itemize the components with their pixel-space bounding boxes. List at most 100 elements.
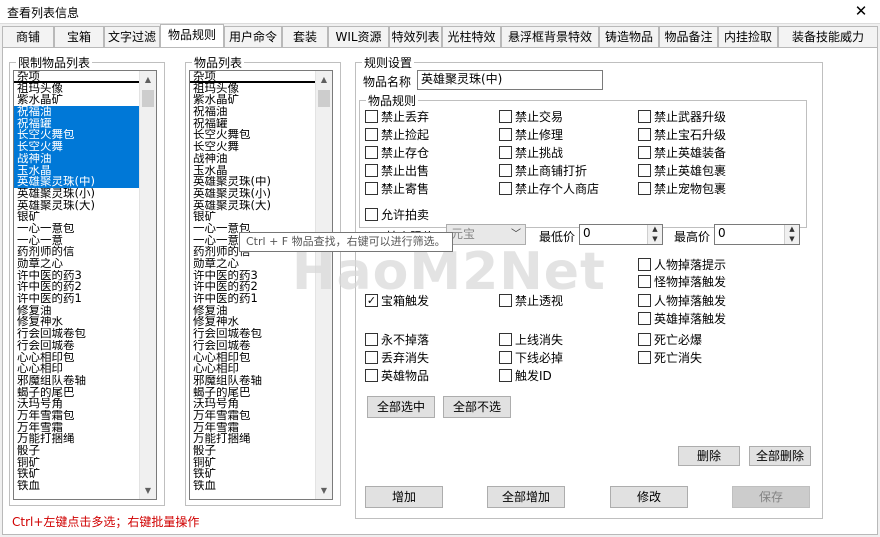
list-item[interactable]: 杂项: [190, 71, 315, 83]
list-item[interactable]: 紫水晶矿: [14, 94, 139, 106]
list-item[interactable]: 英雄聚灵珠(小): [14, 188, 139, 200]
spin-up-icon[interactable]: ▲: [785, 225, 799, 235]
list-item[interactable]: 勋章之心: [14, 258, 139, 270]
rule-checkbox[interactable]: 英雄掉落触发: [638, 311, 758, 327]
scroll-up-icon[interactable]: ▲: [316, 71, 332, 88]
list-item[interactable]: 玉水晶: [190, 165, 315, 177]
list-item[interactable]: 长空火舞: [190, 141, 315, 153]
list-item[interactable]: 玉水晶: [14, 164, 139, 177]
rule-checkbox[interactable]: 触发ID: [499, 368, 619, 384]
spin-down-icon[interactable]: ▼: [648, 235, 662, 245]
list-item[interactable]: 铜矿: [190, 457, 315, 469]
list-item[interactable]: 蝎子的尾巴: [14, 387, 139, 399]
rule-checkbox[interactable]: 怪物掉落触发: [638, 274, 758, 290]
rule-checkbox[interactable]: 禁止存个人商店: [499, 181, 619, 197]
delete-all-button[interactable]: 全部删除: [749, 446, 811, 466]
rule-checkbox[interactable]: 英雄物品: [365, 368, 485, 384]
list-item[interactable]: 骰子: [14, 445, 139, 457]
list-item[interactable]: 铜矿: [14, 457, 139, 469]
rule-checkbox[interactable]: 禁止出售: [365, 163, 485, 179]
list-item[interactable]: 邪魔组队卷轴: [190, 375, 315, 387]
close-icon[interactable]: ✕: [852, 2, 870, 20]
list-item[interactable]: 骰子: [190, 445, 315, 457]
list-item[interactable]: 银矿: [14, 211, 139, 223]
list-item[interactable]: 铁矿: [190, 468, 315, 480]
rule-checkbox[interactable]: 禁止捡起: [365, 127, 485, 143]
list-item[interactable]: 铁血: [190, 480, 315, 492]
list-item[interactable]: 万年雪霜包: [190, 410, 315, 422]
list-item[interactable]: 行会回城卷包: [190, 328, 315, 340]
rule-checkbox[interactable]: 禁止寄售: [365, 181, 485, 197]
list-item[interactable]: 英雄聚灵珠(中): [190, 176, 315, 188]
list-item[interactable]: 战神油: [190, 153, 315, 165]
list-item[interactable]: 万能打捆绳: [190, 433, 315, 445]
rule-checkbox[interactable]: 死亡消失: [638, 350, 758, 366]
list-item[interactable]: 许中医的药1: [14, 293, 139, 305]
rule-checkbox[interactable]: 死亡必爆: [638, 332, 758, 348]
tab-3[interactable]: 物品规则: [160, 24, 224, 49]
max-price-spinbox[interactable]: 0 ▲ ▼: [714, 224, 800, 245]
list-item[interactable]: 万年雪霜: [14, 422, 139, 434]
rule-checkbox[interactable]: 人物掉落触发: [638, 293, 758, 309]
list-item[interactable]: 药剂师的信: [14, 246, 139, 258]
list-item[interactable]: 祝福罐: [190, 118, 315, 130]
rule-checkbox[interactable]: 永不掉落: [365, 332, 485, 348]
tab-6[interactable]: WIL资源: [328, 26, 389, 48]
list-item[interactable]: 心心相印: [190, 363, 315, 375]
add-button[interactable]: 增加: [365, 486, 443, 508]
list-item[interactable]: 长空火舞包: [190, 129, 315, 141]
tab-7[interactable]: 特效列表: [389, 26, 442, 48]
spin-up-icon[interactable]: ▲: [648, 225, 662, 235]
list-item[interactable]: 万能打捆绳: [14, 433, 139, 445]
scroll-down-icon[interactable]: ▼: [140, 482, 156, 499]
list-item[interactable]: 修复神水: [190, 316, 315, 328]
list-item[interactable]: 英雄聚灵珠(大): [14, 200, 139, 212]
rule-checkbox[interactable]: 禁止存仓: [365, 145, 485, 161]
delete-button[interactable]: 删除: [678, 446, 740, 466]
tab-4[interactable]: 用户命令: [224, 26, 282, 48]
list-item[interactable]: 紫水晶矿: [190, 94, 315, 106]
restricted-items-listbox[interactable]: 杂项 祖玛头像 紫水晶矿 祝福油 祝福罐 长空火舞包 长空火舞 战神油 玉水晶 英雄聚灵珠(中) 英…: [13, 70, 157, 500]
tab-1[interactable]: 宝箱: [54, 26, 104, 48]
list-item[interactable]: 祝福罐: [14, 117, 139, 130]
list-item[interactable]: 祖玛头像: [190, 83, 315, 95]
list-item[interactable]: 祖玛头像: [14, 83, 139, 95]
tab-11[interactable]: 物品备注: [659, 26, 718, 48]
list-item[interactable]: 万年雪霜包: [14, 410, 139, 422]
restricted-items-scrollbar[interactable]: ▲ ▼: [139, 71, 156, 499]
rule-checkbox[interactable]: 禁止宠物包裹: [638, 181, 758, 197]
list-item[interactable]: 一心一意: [14, 235, 139, 247]
list-item[interactable]: 英雄聚灵珠(大): [190, 200, 315, 212]
rule-checkbox[interactable]: 禁止修理: [499, 127, 619, 143]
tab-0[interactable]: 商铺: [2, 26, 54, 48]
list-item[interactable]: 战神油: [14, 152, 139, 165]
list-item[interactable]: 祝福油: [190, 106, 315, 118]
list-item[interactable]: 修复神水: [14, 316, 139, 328]
list-item[interactable]: 修复油: [14, 305, 139, 317]
allow-auction-checkbox[interactable]: 允许拍卖: [365, 207, 455, 223]
tab-9[interactable]: 悬浮框背景特效: [501, 26, 599, 48]
list-item[interactable]: 行会回城卷包: [14, 328, 139, 340]
list-item[interactable]: 祝福油: [14, 106, 139, 118]
list-item[interactable]: 行会回城卷: [190, 340, 315, 352]
scroll-down-icon[interactable]: ▼: [316, 482, 332, 499]
min-price-spinner[interactable]: ▲ ▼: [647, 225, 662, 244]
list-item[interactable]: 长空火舞: [14, 141, 139, 153]
list-item[interactable]: 杂项: [14, 71, 139, 83]
rule-checkbox[interactable]: 丢弃消失: [365, 350, 485, 366]
scroll-thumb[interactable]: [318, 90, 330, 107]
list-item[interactable]: 邪魔组队卷轴: [14, 375, 139, 387]
tab-12[interactable]: 内挂捡取: [718, 26, 778, 48]
list-item[interactable]: 铁矿: [14, 468, 139, 480]
list-item[interactable]: 沃玛号角: [14, 398, 139, 410]
modify-button[interactable]: 修改: [610, 486, 688, 508]
rule-checkbox[interactable]: 禁止英雄包裹: [638, 163, 758, 179]
list-item[interactable]: 心心相印包: [190, 352, 315, 364]
rule-checkbox[interactable]: 上线消失: [499, 332, 619, 348]
list-item[interactable]: 银矿: [190, 211, 315, 223]
scroll-thumb[interactable]: [142, 90, 154, 107]
spin-down-icon[interactable]: ▼: [785, 235, 799, 245]
list-item[interactable]: 许中医的药2: [14, 281, 139, 293]
list-item[interactable]: 英雄聚灵珠(中): [14, 176, 139, 188]
item-name-field[interactable]: 英雄聚灵珠(中): [417, 70, 603, 90]
